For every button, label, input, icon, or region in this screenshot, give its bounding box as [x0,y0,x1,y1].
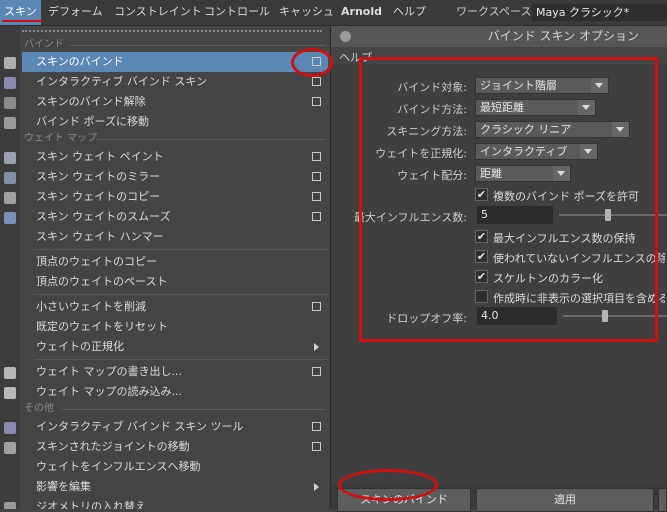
menu-item-goto-bind-pose[interactable]: バインド ポーズに移動 [22,112,328,132]
option-box-icon[interactable] [312,367,321,376]
menu-item-export-weight-maps[interactable]: ウェイト マップの書き出し... [22,362,328,382]
move-joints-icon [4,442,16,454]
smooth-weights-icon [4,212,16,224]
section-divider [96,139,326,140]
workspace-select[interactable]: Maya クラシック* [532,4,667,21]
option-box-icon[interactable] [312,442,321,451]
paint-weights-icon [4,152,16,164]
replace-geometry-icon [4,502,16,509]
menu-deform[interactable]: デフォーム [48,0,103,25]
tearoff-handle[interactable] [22,30,322,32]
menu-item-interactive-bind[interactable]: インタラクティブ バインド スキン [22,72,328,92]
option-box-icon[interactable] [312,212,321,221]
menu-separator [34,359,328,360]
dialog-title-bar[interactable]: バインド スキン オプション [331,26,667,47]
section-divider [62,409,326,410]
menu-item-copy-weights[interactable]: スキン ウェイトのコピー [22,187,328,207]
option-box-icon[interactable] [312,172,321,181]
menu-item-reset-weights[interactable]: 既定のウェイトをリセット [22,317,328,337]
option-box-icon[interactable] [312,77,321,86]
menu-bar: スキン デフォーム コンストレイント コントロール キャッシュ Arnold ヘ… [0,0,667,26]
menu-item-import-weight-maps[interactable]: ウェイト マップの読み込み... [22,382,328,402]
option-box-icon[interactable] [312,422,321,431]
menu-item-replace-geometry[interactable]: ジオメトリの入れ替え [22,497,328,509]
option-box-icon[interactable] [312,97,321,106]
menu-item-normalize-weights[interactable]: ウェイトの正規化 [22,337,328,357]
bind-pose-icon [4,117,16,129]
section-bind: バインド [24,39,64,50]
annotation-options-box [359,57,658,342]
menu-item-smooth-weights[interactable]: スキン ウェイトのスムーズ [22,207,328,227]
menu-control[interactable]: コントロール [204,0,270,25]
menu-cache[interactable]: キャッシュ [279,0,334,25]
menu-item-move-skinned-joints[interactable]: スキンされたジョイントの移動 [22,437,328,457]
export-icon [4,367,16,379]
interactive-bind-icon [4,77,16,89]
interactive-bind-tool-icon [4,422,16,434]
option-box-icon[interactable] [312,192,321,201]
menu-item-unbind[interactable]: スキンのバインド解除 [22,92,328,112]
submenu-arrow-icon [314,483,319,491]
menu-item-prune-weights[interactable]: 小さいウェイトを削減 [22,297,328,317]
menu-separator [34,294,328,295]
menu-constraint[interactable]: コンストレイント [114,0,202,25]
skin-menu: バインド スキンのバインド インタラクティブ バインド スキン スキンのバインド… [0,26,331,509]
copy-weights-icon [4,192,16,204]
menu-item-paint-weights[interactable]: スキン ウェイト ペイント [22,147,328,167]
submenu-arrow-icon [314,343,319,351]
annotation-option-circle [291,48,333,77]
option-box-icon[interactable] [312,152,321,161]
menu-help[interactable]: ヘルプ [393,0,426,25]
menu-item-interactive-bind-tool[interactable]: インタラクティブ バインド スキン ツール [22,417,328,437]
menu-item-weight-hammer[interactable]: スキン ウェイト ハンマー [22,227,328,247]
menu-item-paste-vertex-weights[interactable]: 頂点のウェイトのペースト [22,272,328,292]
section-weight-map: ウェイト マップ [24,133,98,144]
menu-arnold[interactable]: Arnold [341,0,382,25]
apply-button[interactable]: 適用 [476,488,654,512]
menu-item-bind-skin[interactable]: スキンのバインド [22,52,328,72]
import-icon [4,387,16,399]
annotation-bind-button-circle [338,469,438,501]
mirror-weights-icon [4,172,16,184]
menu-item-copy-vertex-weights[interactable]: 頂点のウェイトのコピー [22,252,328,272]
section-divider [70,45,326,46]
menu-item-mirror-weights[interactable]: スキン ウェイトのミラー [22,167,328,187]
dialog-title: バインド スキン オプション [487,29,639,43]
option-box-icon[interactable] [312,302,321,311]
menu-item-edit-influences[interactable]: 影響を編集 [22,477,328,497]
close-button[interactable] [658,488,667,512]
unbind-icon [4,97,16,109]
section-other: その他 [24,403,54,414]
menu-item-move-weights-to-influences[interactable]: ウェイトをインフルエンスへ移動 [22,457,328,477]
menu-separator [34,249,328,250]
bind-skin-icon [4,57,16,69]
workspace-label: ワークスペース: [456,5,536,18]
annotation-underline [2,20,42,22]
